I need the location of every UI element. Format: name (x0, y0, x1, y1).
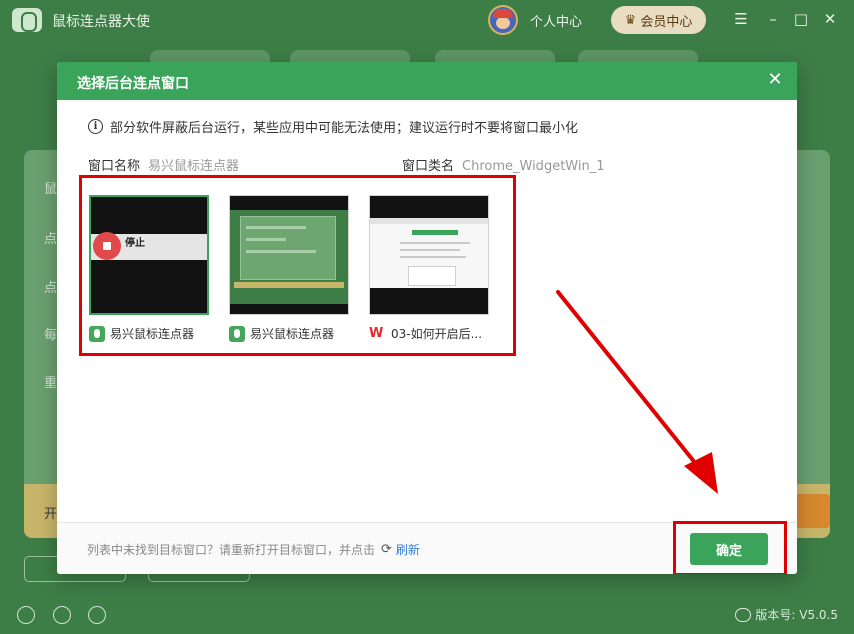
window-thumbnail[interactable] (369, 195, 489, 315)
thumb-bar (234, 282, 344, 288)
cloud-icon (735, 607, 752, 622)
share-icon[interactable] (88, 606, 106, 624)
maximize-button[interactable]: □ (791, 10, 811, 28)
window-name-value: 易兴鼠标连点器 (148, 159, 240, 174)
support-icon[interactable] (53, 606, 71, 624)
window-title: 03-如何开启后... (391, 327, 483, 341)
select-window-dialog: 选择后台连点窗口 ✕ i 部分软件屏蔽后台运行，某些应用中可能无法使用；建议运行… (57, 62, 797, 574)
minimize-button[interactable]: – (763, 10, 783, 28)
thumb-text: 停止 (125, 238, 145, 249)
app-logo-icon (12, 8, 42, 32)
thumb-highlight (412, 230, 458, 235)
info-icon: i (88, 119, 103, 134)
mouse-app-icon (89, 325, 105, 342)
crown-icon: ♛ (624, 12, 637, 28)
window-class-label: 窗口类名 (402, 159, 455, 174)
window-list-highlight: 停止 易兴鼠标连点器 易兴鼠标连点器 W 03-如何开启后... (79, 175, 516, 356)
thumb-doc (408, 266, 456, 286)
version-label: 版本号: V5.0.5 (755, 608, 838, 622)
window-name-label: 窗口名称 (88, 159, 141, 174)
title-bar: 鼠标连点器大使 个人中心 ♛ 会员中心 ☰ – □ ✕ (0, 0, 854, 40)
window-card[interactable]: 停止 易兴鼠标连点器 (89, 195, 209, 342)
window-class-value: Chrome_WidgetWin_1 (462, 159, 605, 174)
window-class-field: 窗口类名 Chrome_WidgetWin_1 (402, 155, 604, 174)
confirm-button[interactable]: 确定 (690, 533, 768, 565)
close-button[interactable]: ✕ (820, 10, 840, 28)
window-thumbnail[interactable]: 停止 (89, 195, 209, 315)
window-card-label: 易兴鼠标连点器 (89, 325, 209, 342)
setting-label: 鼠 (44, 182, 58, 197)
version-info: 版本号: V5.0.5 (735, 606, 838, 623)
thumb-line (400, 249, 460, 251)
notice-text: 部分软件屏蔽后台运行，某些应用中可能无法使用；建议运行时不要将窗口最小化 (110, 121, 579, 136)
footer-hint: 列表中未找到目标窗口？请重新打开目标窗口，并点击 ⟳ 刷新 (87, 541, 420, 558)
window-name-field: 窗口名称 易兴鼠标连点器 (88, 155, 239, 174)
window-title: 易兴鼠标连点器 (250, 327, 335, 341)
thumb-line (246, 226, 306, 229)
user-avatar[interactable] (488, 5, 518, 35)
menu-icon[interactable]: ☰ (731, 10, 751, 28)
notice: i 部分软件屏蔽后台运行，某些应用中可能无法使用；建议运行时不要将窗口最小化 (88, 117, 578, 136)
thumb-line (246, 238, 286, 241)
personal-center-link[interactable]: 个人中心 (530, 11, 582, 30)
dialog-close-icon[interactable]: ✕ (765, 70, 785, 90)
thumb-line (246, 250, 316, 253)
mouse-app-icon (229, 325, 245, 342)
setting-label: 重 (44, 376, 58, 391)
dialog-header: 选择后台连点窗口 ✕ (57, 62, 797, 100)
vip-center-label: 会员中心 (640, 14, 693, 30)
window-card-label: 易兴鼠标连点器 (229, 325, 349, 342)
start-label: 开 (44, 507, 58, 522)
refresh-icon[interactable]: ⟳ (381, 542, 392, 557)
thumb-line (400, 256, 466, 258)
window-card-label: W 03-如何开启后... (369, 325, 489, 342)
dialog-title: 选择后台连点窗口 (77, 76, 189, 92)
refresh-link[interactable]: 刷新 (396, 541, 420, 558)
thumb-line (400, 242, 470, 244)
stop-icon (93, 232, 121, 260)
setting-label: 每 (44, 328, 58, 343)
thumb-toolbar (370, 218, 488, 224)
window-thumbnail[interactable] (229, 195, 349, 315)
globe-icon[interactable] (17, 606, 35, 624)
window-title: 易兴鼠标连点器 (110, 327, 195, 341)
window-card[interactable]: W 03-如何开启后... (369, 195, 489, 342)
wps-icon: W (369, 325, 384, 341)
footer-hint-text: 列表中未找到目标窗口？请重新打开目标窗口，并点击 (87, 543, 376, 557)
vip-center-button[interactable]: ♛ 会员中心 (611, 6, 706, 34)
setting-label: 点 (44, 281, 58, 296)
app-title: 鼠标连点器大使 (52, 14, 150, 30)
window-card[interactable]: 易兴鼠标连点器 (229, 195, 349, 342)
setting-label: 点 (44, 232, 58, 247)
